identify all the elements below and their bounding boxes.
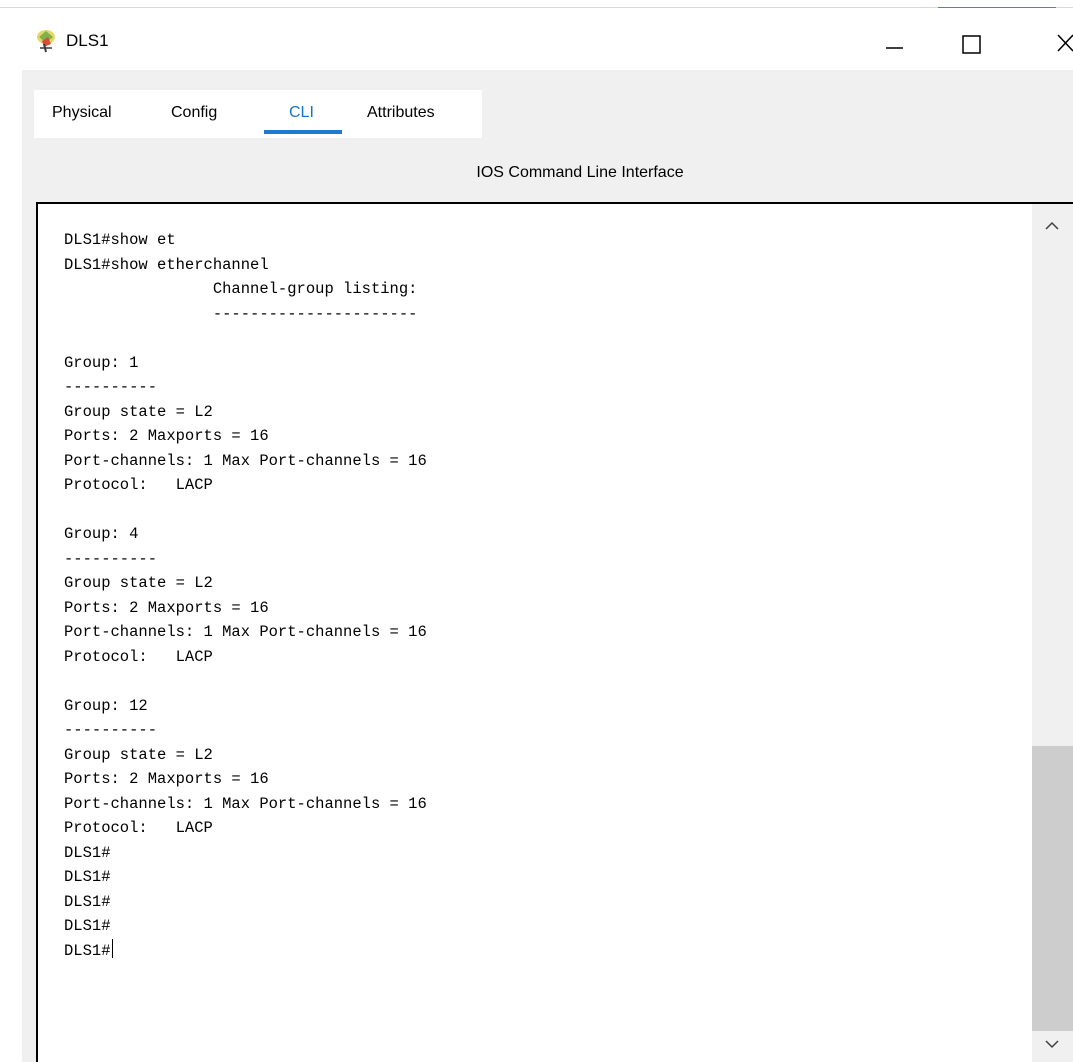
minimize-icon [886,47,903,49]
terminal-line: ---------- [64,549,158,568]
terminal-line: ---------------------- [64,304,418,323]
close-icon [1057,34,1073,52]
scroll-up-icon[interactable] [1042,218,1062,234]
terminal-line: Protocol: LACP [64,647,213,666]
terminal-line: Group: 4 [64,525,139,543]
terminal-line: Channel-group listing: [64,280,418,298]
close-button[interactable] [1030,16,1073,72]
window-title: DLS1 [66,31,109,50]
terminal-line: DLS1#show et [64,231,176,249]
terminal-line: Ports: 2 Maxports = 16 [64,770,269,788]
scrollbar-thumb[interactable] [1032,746,1073,1031]
minimize-button[interactable] [870,16,930,72]
terminal-line: DLS1# [64,892,111,911]
tab-physical[interactable]: Physical [52,104,112,122]
terminal-output: DLS1#show et DLS1#show etherchannel Chann… [64,228,427,963]
terminal-line: DLS1# [64,843,111,862]
terminal-line: ---------- [64,378,158,396]
tab-bar: Physical Config CLI Attributes [34,90,482,138]
active-tab-indicator [264,130,342,134]
terminal-line: Group state = L2 [64,402,213,421]
terminal-line: Port-channels: 1 Max Port-channels = 16 [64,623,427,641]
text-cursor [111,938,114,958]
tab-config[interactable]: Config [171,104,217,122]
terminal-line: DLS1#show etherchannel [64,255,269,274]
panel-title: IOS Command Line Interface [476,164,684,181]
terminal-line: Protocol: LACP [64,476,213,494]
tab-cli[interactable]: CLI [289,104,314,122]
cisco-device-window: DLS1 Physical Config CLI Attributes IOS … [0,0,1073,1062]
terminal-line: Port-channels: 1 Max Port-channels = 16 [64,451,427,470]
terminal-line: ---------- [64,721,158,739]
terminal-line: Port-channels: 1 Max Port-channels = 16 [64,794,427,813]
maximize-icon [962,35,981,54]
scroll-down-icon[interactable] [1042,1036,1062,1052]
tab-attributes[interactable]: Attributes [367,104,435,122]
terminal-line: Group: 1 [64,353,139,372]
network-device-icon [33,28,59,54]
cli-terminal[interactable]: DLS1#show et DLS1#show etherchannel Chann… [36,202,1073,1062]
terminal-line: Group state = L2 [64,745,213,764]
terminal-line: DLS1# [64,917,111,935]
terminal-line: Ports: 2 Maxports = 16 [64,427,269,445]
terminal-line: Group state = L2 [64,574,213,592]
terminal-line: Group: 12 [64,696,148,715]
maximize-button[interactable] [943,16,1003,72]
terminal-scrollbar[interactable] [1032,204,1073,1062]
title-bar[interactable]: DLS1 [0,8,1073,70]
terminal-line: DLS1# [64,938,427,964]
terminal-line: DLS1# [64,868,111,886]
terminal-line: Ports: 2 Maxports = 16 [64,598,269,617]
cli-panel-header: IOS Command Line Interface [22,138,1073,202]
terminal-line: Protocol: LACP [64,819,213,837]
